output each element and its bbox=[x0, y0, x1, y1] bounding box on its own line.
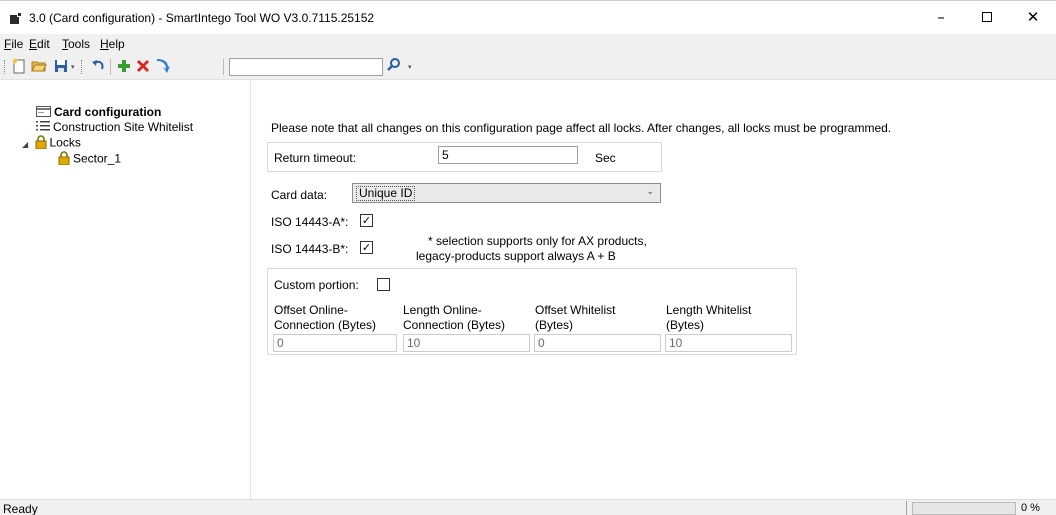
offset-whitelist-label-2: (Bytes) bbox=[535, 318, 574, 332]
toolbar-separator bbox=[110, 59, 111, 75]
list-icon bbox=[36, 120, 50, 135]
menu-file[interactable]: File bbox=[4, 37, 23, 51]
menu-help[interactable]: Help bbox=[100, 37, 125, 51]
iso-note-line2: legacy-products support always A + B bbox=[416, 249, 616, 263]
iso-b-checkbox[interactable]: ✓ bbox=[360, 241, 373, 254]
save-icon[interactable] bbox=[52, 58, 69, 75]
length-online-label-2: Connection (Bytes) bbox=[403, 318, 506, 332]
maximize-button[interactable] bbox=[964, 1, 1010, 33]
tree-item-locks[interactable]: ◢ Locks bbox=[22, 135, 81, 152]
progress-text: 0 % bbox=[1021, 502, 1040, 514]
return-timeout-input[interactable] bbox=[438, 146, 578, 164]
length-whitelist-label-2: (Bytes) bbox=[666, 318, 705, 332]
card-icon bbox=[36, 105, 51, 120]
menu-edit[interactable]: Edit bbox=[29, 37, 50, 51]
close-button[interactable]: ✕ bbox=[1010, 1, 1056, 33]
title-bar: 3.0 (Card configuration) - SmartIntego T… bbox=[0, 0, 1056, 34]
menu-bar: File Edit Tools Help bbox=[0, 34, 1056, 54]
notice-text: Please note that all changes on this con… bbox=[271, 121, 892, 135]
expand-icon[interactable]: ◢ bbox=[22, 140, 28, 149]
tree-item-sector-1[interactable]: Sector_1 bbox=[58, 151, 121, 168]
tree-item-card-configuration[interactable]: Card configuration bbox=[36, 105, 161, 120]
custom-portion-group: Custom portion: Offset Online- Connectio… bbox=[267, 268, 797, 355]
tree-item-construction-site-whitelist[interactable]: Construction Site Whitelist bbox=[36, 120, 193, 135]
custom-portion-label: Custom portion: bbox=[274, 278, 359, 292]
length-whitelist-input[interactable] bbox=[665, 334, 792, 352]
search-dropdown-icon[interactable]: ▾ bbox=[408, 63, 412, 71]
offset-whitelist-input[interactable] bbox=[534, 334, 661, 352]
length-whitelist-label-1: Length Whitelist bbox=[666, 303, 752, 317]
card-configuration-panel: Please note that all changes on this con… bbox=[256, 108, 1046, 498]
offset-whitelist-label-1: Offset Whitelist bbox=[535, 303, 616, 317]
undo-icon[interactable] bbox=[89, 58, 106, 75]
length-online-input[interactable] bbox=[403, 334, 530, 352]
custom-portion-checkbox[interactable] bbox=[377, 278, 390, 291]
offset-online-label-2: Connection (Bytes) bbox=[274, 318, 377, 332]
delete-icon[interactable] bbox=[134, 58, 151, 75]
open-folder-icon[interactable] bbox=[30, 58, 47, 75]
card-data-select[interactable]: Unique ID ⌄ bbox=[352, 183, 661, 203]
menu-tools[interactable]: Tools bbox=[62, 37, 90, 51]
status-bar: Ready 0 % bbox=[0, 499, 1056, 515]
offset-online-input[interactable] bbox=[273, 334, 397, 352]
lock-icon bbox=[58, 151, 70, 168]
offset-online-label-1: Offset Online- bbox=[274, 303, 348, 317]
iso-a-checkbox[interactable]: ✓ bbox=[360, 214, 373, 227]
add-icon[interactable] bbox=[115, 58, 132, 75]
toolbar: ▾ ▾ bbox=[0, 54, 1056, 80]
save-dropdown-icon[interactable]: ▾ bbox=[71, 63, 75, 71]
chevron-down-icon: ⌄ bbox=[646, 187, 654, 197]
minimize-button[interactable]: – bbox=[918, 1, 964, 33]
app-icon bbox=[10, 12, 22, 24]
toolbar-separator-2 bbox=[223, 59, 224, 75]
window-title: 3.0 (Card configuration) - SmartIntego T… bbox=[29, 11, 375, 25]
iso-a-label: ISO 14443-A*: bbox=[271, 215, 349, 229]
return-timeout-label: Return timeout: bbox=[274, 151, 357, 165]
card-data-label: Card data: bbox=[271, 188, 328, 202]
length-online-label-1: Length Online- bbox=[403, 303, 482, 317]
new-icon[interactable] bbox=[10, 58, 27, 75]
return-timeout-unit: Sec bbox=[595, 151, 616, 165]
arrow-icon[interactable] bbox=[154, 58, 171, 75]
status-text: Ready bbox=[3, 502, 38, 515]
lock-icon bbox=[35, 135, 47, 152]
search-icon[interactable] bbox=[387, 57, 403, 75]
iso-note-line1: * selection supports only for AX product… bbox=[428, 234, 647, 248]
toolbar-grip-2 bbox=[81, 60, 83, 74]
maximize-icon bbox=[982, 12, 992, 22]
status-separator bbox=[906, 501, 907, 515]
iso-b-label: ISO 14443-B*: bbox=[271, 242, 349, 256]
navigation-tree: Card configuration Construction Site Whi… bbox=[0, 80, 251, 500]
toolbar-grip bbox=[4, 60, 6, 74]
return-timeout-group: Return timeout: Sec bbox=[267, 142, 662, 172]
search-input[interactable] bbox=[229, 58, 383, 76]
progress-bar bbox=[912, 502, 1016, 515]
